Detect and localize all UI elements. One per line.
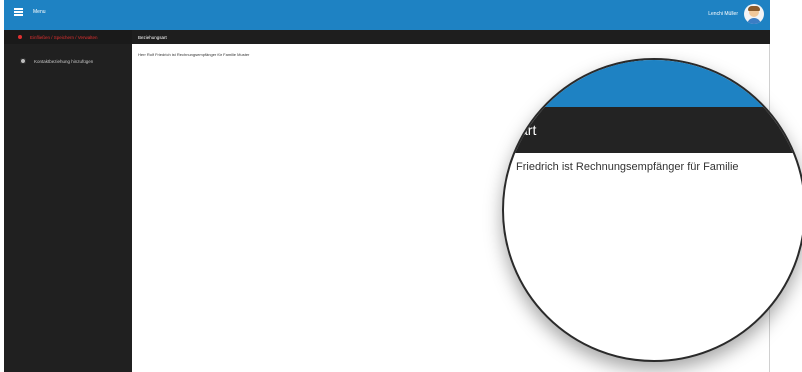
breadcrumb[interactable]: Einfließen / Speichern / Verwalten — [4, 30, 132, 44]
sidebar: Einfließen / Speichern / Verwalten Konta… — [4, 30, 132, 372]
magnifier-lens: art Friedrich ist Rechnungsempfänger für… — [502, 58, 802, 362]
section-header: Beziehungsart — [132, 30, 770, 44]
breadcrumb-dot-icon — [18, 35, 22, 39]
lens-section-header: art — [504, 107, 802, 153]
page-title: Beziehungsart — [138, 34, 167, 40]
hamburger-icon[interactable] — [14, 8, 23, 16]
user-name: Lenchi Müller — [708, 11, 738, 17]
menu-button[interactable]: Menu — [14, 8, 46, 16]
breadcrumb-text: Einfließen / Speichern / Verwalten — [30, 34, 98, 40]
lens-top-bar — [504, 60, 802, 107]
sidebar-item-kontaktbeziehung[interactable]: Kontaktbeziehung hinzufügen — [4, 58, 132, 64]
sidebar-item-label: Kontaktbeziehung hinzufügen — [34, 58, 94, 64]
user-menu[interactable]: Lenchi Müller — [708, 4, 764, 24]
avatar-hair-shape — [748, 6, 760, 11]
menu-label: Menu — [33, 9, 46, 15]
gear-icon — [20, 58, 26, 64]
avatar-shirt-shape — [747, 18, 761, 24]
lens-description: Friedrich ist Rechnungsempfänger für Fam… — [516, 161, 739, 173]
avatar[interactable] — [744, 4, 764, 24]
relationship-description: Herr Rolf Friedrich ist Rechnungsempfäng… — [138, 52, 250, 57]
top-app-bar: Menu Lenchi Müller — [4, 0, 770, 30]
lens-header-text: art — [520, 122, 537, 138]
